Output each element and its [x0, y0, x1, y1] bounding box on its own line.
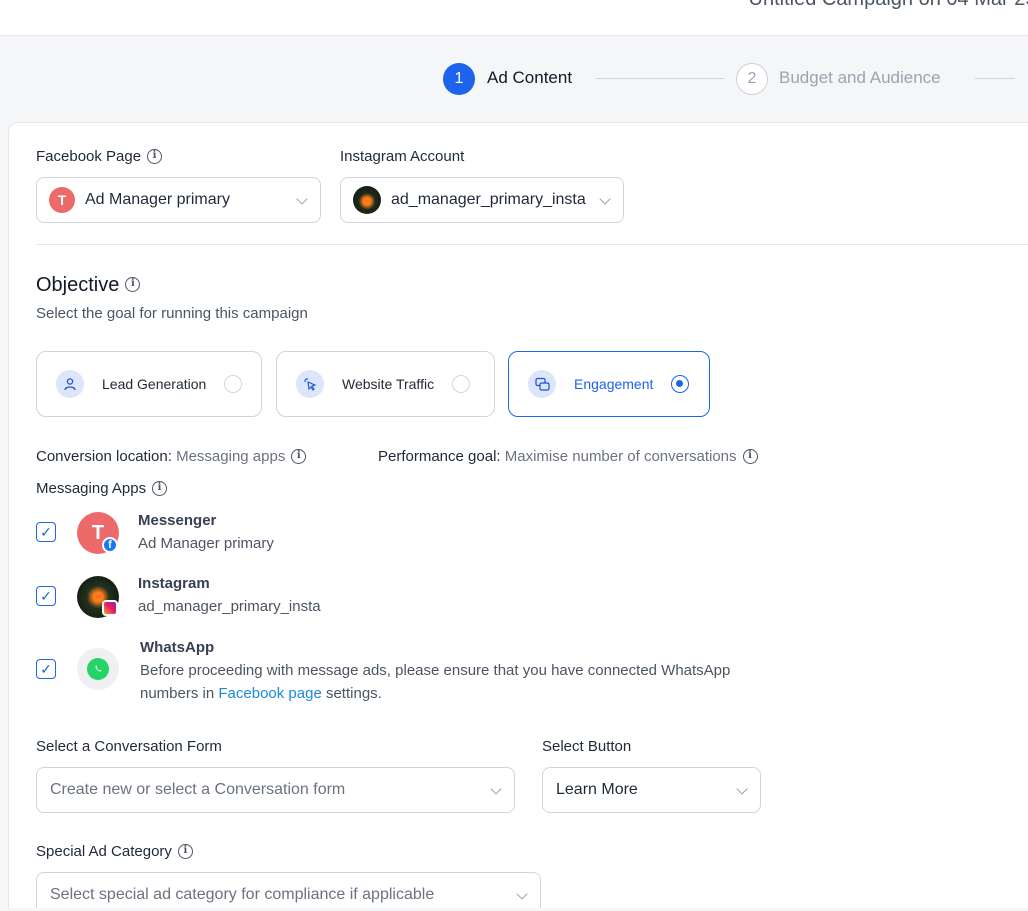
divider [36, 244, 1028, 245]
radio-button[interactable] [452, 375, 471, 393]
objective-engagement[interactable]: Engagement [508, 351, 710, 417]
instagram-account-label: Instagram Account [340, 148, 465, 165]
chevron-down-icon [736, 783, 748, 795]
whatsapp-detail-line2: numbers in Facebook page settings. [140, 685, 382, 702]
facebook-page-link[interactable]: Facebook page [218, 685, 321, 702]
special-ad-category-select[interactable]: Select special ad category for complianc… [36, 872, 541, 911]
messenger-name: Messenger [138, 512, 217, 529]
campaign-title[interactable]: Untitled Campaign on 04 Mar 25, [749, 0, 1028, 11]
step-1-label[interactable]: Ad Content [487, 68, 572, 88]
step-2-label[interactable]: Budget and Audience [779, 68, 941, 88]
facebook-page-select[interactable]: T Ad Manager primary [36, 177, 321, 223]
instagram-avatar [353, 186, 381, 214]
instagram-checkbox[interactable]: ✓ [36, 586, 56, 606]
chevron-down-icon [516, 888, 528, 900]
whatsapp-checkbox[interactable]: ✓ [36, 659, 56, 679]
whatsapp-avatar [77, 648, 119, 690]
radio-button-selected[interactable] [671, 375, 690, 393]
select-button-label: Select Button [542, 738, 632, 755]
special-ad-category-placeholder: Select special ad category for complianc… [50, 886, 435, 903]
facebook-page-label: Facebook Page i [36, 148, 163, 165]
objective-heading: Objective i [36, 274, 141, 297]
info-icon[interactable]: i [177, 843, 193, 859]
objective-subtitle: Select the goal for running this campaig… [36, 305, 308, 322]
stepper: 1 Ad Content 2 Budget and Audience [0, 37, 1028, 119]
info-icon[interactable]: i [291, 448, 307, 464]
performance-goal: Performance goal: Maximise number of con… [378, 448, 758, 465]
select-button-dropdown[interactable]: Learn More [542, 767, 761, 813]
messaging-apps-label: Messaging Apps i [36, 480, 168, 497]
chevron-down-icon [599, 193, 611, 205]
objective-website-traffic[interactable]: Website Traffic [276, 351, 495, 417]
instagram-detail: ad_manager_primary_insta [138, 598, 321, 615]
info-icon[interactable]: i [125, 277, 141, 293]
step-connector [975, 78, 1015, 79]
messenger-checkbox[interactable]: ✓ [36, 522, 56, 542]
special-ad-category-label: Special Ad Category i [36, 843, 193, 860]
cursor-click-icon [296, 370, 324, 398]
whatsapp-name: WhatsApp [140, 639, 215, 656]
radio-button[interactable] [224, 375, 243, 393]
whatsapp-detail-line1: Before proceeding with message ads, plea… [140, 662, 731, 679]
info-icon[interactable]: i [147, 148, 163, 164]
whatsapp-icon [87, 658, 109, 680]
select-button-value: Learn More [556, 781, 638, 798]
chevron-down-icon [490, 783, 502, 795]
facebook-page-value: Ad Manager primary [85, 191, 230, 208]
conversation-form-placeholder: Create new or select a Conversation form [50, 781, 346, 798]
instagram-account-select[interactable]: ad_manager_primary_insta [340, 177, 624, 223]
chat-bubbles-icon [528, 370, 556, 398]
chevron-down-icon [296, 193, 308, 205]
info-icon[interactable]: i [152, 480, 168, 496]
objective-lead-generation[interactable]: Lead Generation [36, 351, 262, 417]
info-icon[interactable]: i [742, 448, 758, 464]
conversation-form-select[interactable]: Create new or select a Conversation form [36, 767, 515, 813]
messenger-detail: Ad Manager primary [138, 535, 274, 552]
step-connector [596, 78, 724, 79]
conversion-location: Conversion location: Messaging apps i [36, 448, 307, 465]
instagram-icon [102, 600, 118, 616]
page-avatar: T [49, 187, 75, 213]
facebook-icon: f [102, 537, 118, 553]
step-2-indicator[interactable]: 2 [736, 63, 768, 95]
instagram-name: Instagram [138, 575, 210, 592]
instagram-account-value: ad_manager_primary_insta [391, 191, 586, 208]
step-1-indicator[interactable]: 1 [443, 63, 475, 95]
user-icon [56, 370, 84, 398]
conversation-form-label: Select a Conversation Form [36, 738, 222, 755]
top-bar: Untitled Campaign on 04 Mar 25, [0, 0, 1028, 36]
